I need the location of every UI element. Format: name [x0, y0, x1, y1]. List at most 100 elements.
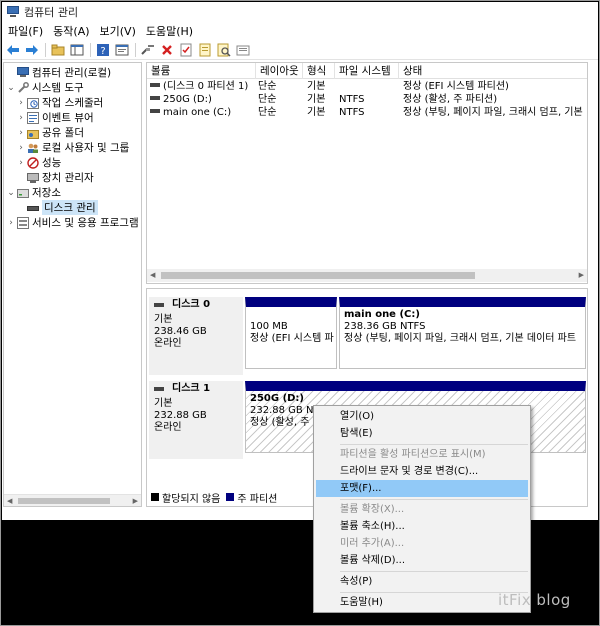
menu-item-mark-active[interactable]: 파티션을 활성 파티션으로 표시(M)	[316, 446, 528, 463]
tree-expander[interactable]: ›	[16, 113, 26, 123]
disk-icon	[27, 202, 39, 214]
disk-0-label[interactable]: 디스크 0 기본 238.46 GB 온라인	[149, 297, 243, 375]
column-header-type[interactable]: 형식	[303, 63, 335, 79]
navigation-tree: 컴퓨터 관리(로컬) ⌄ 시스템 도구 › 작업 스케줄러 › 이벤트 뷰어 ›…	[3, 62, 142, 507]
tree-expander[interactable]: ›	[16, 143, 26, 153]
connect-icon[interactable]	[140, 42, 156, 58]
services-icon	[17, 216, 29, 229]
performance-icon	[27, 156, 39, 169]
tree-item-disk-management[interactable]: 디스크 관리	[16, 200, 98, 215]
partition-status: 정상 (EFI 시스템 파	[250, 333, 334, 344]
computer-management-icon	[7, 6, 19, 17]
menu-item-add-mirror[interactable]: 미러 추가(A)...	[316, 535, 528, 552]
menu-item-change-drive-letter[interactable]: 드라이브 문자 및 경로 변경(C)...	[316, 463, 528, 480]
magnifier-icon[interactable]	[235, 42, 251, 58]
show-hide-tree-icon[interactable]	[69, 42, 85, 58]
scroll-right-arrow-icon[interactable]: ▶	[579, 271, 584, 279]
tree-expander[interactable]: ›	[6, 218, 16, 228]
checklist-icon[interactable]	[178, 42, 194, 58]
back-arrow-icon[interactable]	[5, 42, 21, 58]
tree-item-performance[interactable]: › 성능	[16, 155, 61, 170]
tree-item-local-users-groups[interactable]: › 로컬 사용자 및 그룹	[16, 140, 129, 155]
search-icon[interactable]	[216, 42, 232, 58]
menu-file[interactable]: 파일(F)	[2, 23, 48, 39]
legend-swatch-primary	[226, 493, 235, 501]
menu-view[interactable]: 보기(V)	[95, 23, 141, 39]
disk-size: 232.88 GB	[154, 410, 207, 421]
disk-name: 디스크 0	[172, 299, 211, 310]
tree-item-device-manager[interactable]: 장치 관리자	[16, 170, 94, 185]
up-folder-icon[interactable]	[50, 42, 66, 58]
disk-icon	[150, 83, 160, 87]
menu-bar: 파일(F) 동작(A) 보기(V) 도움말(H)	[2, 22, 598, 40]
column-header-status[interactable]: 상태	[399, 63, 587, 79]
scrollbar-thumb[interactable]	[18, 498, 110, 504]
shared-folder-icon	[27, 127, 39, 139]
menu-item-format[interactable]: 포맷(F)...	[316, 480, 528, 497]
menu-item-properties[interactable]: 속성(P)	[316, 573, 528, 590]
menu-item-help[interactable]: 도움말(H)	[316, 594, 528, 611]
tree-expander[interactable]: ›	[16, 128, 26, 138]
column-header-layout[interactable]: 레이아웃	[256, 63, 303, 79]
tree-expander[interactable]: ›	[16, 158, 26, 168]
cell-volume: (디스크 0 파티션 1)	[163, 81, 249, 92]
tree-item-system-tools[interactable]: ⌄ 시스템 도구	[6, 80, 84, 95]
storage-icon	[17, 187, 29, 199]
table-row[interactable]: main one (C:) 단순 기본 NTFS 정상 (부팅, 페이지 파일,…	[147, 106, 587, 119]
scroll-right-arrow-icon[interactable]: ▶	[133, 497, 138, 505]
computer-icon	[17, 67, 29, 79]
menu-item-delete-volume[interactable]: 볼륨 삭제(D)...	[316, 552, 528, 569]
disk-size: 238.46 GB	[154, 326, 207, 337]
properties-icon[interactable]	[114, 42, 130, 58]
title-bar[interactable]: 컴퓨터 관리	[2, 2, 598, 21]
tree-item-computer-management[interactable]: 컴퓨터 관리(로컬)	[6, 65, 111, 80]
disk-name: 디스크 1	[172, 383, 211, 394]
scrollbar-thumb[interactable]	[161, 272, 475, 279]
tree-item-shared-folders[interactable]: › 공유 폴더	[16, 125, 84, 140]
tree-item-label: 장치 관리자	[42, 172, 94, 184]
cell-type: 기본	[307, 94, 326, 105]
volume-list-horizontal-scrollbar[interactable]: ◀ ▶	[147, 269, 587, 282]
forward-arrow-icon[interactable]	[24, 42, 40, 58]
tree-item-label: 공유 폴더	[42, 127, 84, 139]
menu-action[interactable]: 동작(A)	[48, 23, 94, 39]
legend-label-primary: 주 파티션	[237, 493, 278, 505]
tree-item-label: 시스템 도구	[32, 82, 84, 94]
delete-x-icon[interactable]	[159, 42, 175, 58]
menu-item-shrink-volume[interactable]: 볼륨 축소(H)...	[316, 518, 528, 535]
tree-item-event-viewer[interactable]: › 이벤트 뷰어	[16, 110, 94, 125]
table-row[interactable]: (디스크 0 파티션 1) 단순 기본 정상 (EFI 시스템 파티션)	[147, 80, 587, 93]
disk-1-label[interactable]: 디스크 1 기본 232.88 GB 온라인	[149, 381, 243, 459]
tree-item-label: 저장소	[32, 187, 61, 199]
export-icon[interactable]	[197, 42, 213, 58]
tree-expander[interactable]: ›	[16, 98, 26, 108]
volume-list: 볼륨 레이아웃 형식 파일 시스템 상태 (디스크 0 파티션 1) 단순 기본…	[146, 62, 588, 284]
tree-item-task-scheduler[interactable]: › 작업 스케줄러	[16, 95, 103, 110]
partition-main-one[interactable]: main one (C:) 238.36 GB NTFS 정상 (부팅, 페이지…	[339, 297, 586, 369]
column-header-file-system[interactable]: 파일 시스템	[335, 63, 399, 79]
scroll-left-arrow-icon[interactable]: ◀	[150, 271, 155, 279]
tree-item-storage[interactable]: ⌄ 저장소	[6, 185, 61, 200]
legend: 할당되지 않음 주 파티션	[149, 490, 278, 505]
cell-file-system: NTFS	[339, 107, 365, 118]
menu-item-extend-volume[interactable]: 볼륨 확장(X)...	[316, 501, 528, 518]
tree-horizontal-scrollbar[interactable]: ◀ ▶	[4, 494, 141, 506]
help-icon[interactable]: ?	[95, 42, 111, 58]
tree-expander[interactable]: ⌄	[6, 83, 16, 93]
menu-item-open[interactable]: 열기(O)	[316, 408, 528, 425]
tree-item-services-applications[interactable]: › 서비스 및 응용 프로그램	[6, 215, 139, 230]
column-header-volume[interactable]: 볼륨	[147, 63, 256, 79]
partition-title: 250G (D:)	[250, 393, 305, 404]
disk-icon	[150, 96, 160, 100]
cell-status: 정상 (부팅, 페이지 파일, 크래시 덤프, 기본	[403, 107, 583, 118]
tree-expander[interactable]: ⌄	[6, 188, 16, 198]
clock-icon	[27, 97, 39, 109]
partition-efi[interactable]: 100 MB 정상 (EFI 시스템 파	[245, 297, 337, 369]
menu-help[interactable]: 도움말(H)	[141, 23, 198, 39]
partition-status: 정상 (부팅, 페이지 파일, 크래시 덤프, 기본 데이터 파트	[344, 333, 577, 344]
volume-list-header: 볼륨 레이아웃 형식 파일 시스템 상태	[147, 63, 587, 79]
table-row[interactable]: 250G (D:) 단순 기본 NTFS 정상 (활성, 주 파티션)	[147, 93, 587, 106]
menu-item-explore[interactable]: 탐색(E)	[316, 425, 528, 442]
cell-type: 기본	[307, 107, 326, 118]
scroll-left-arrow-icon[interactable]: ◀	[7, 497, 12, 505]
